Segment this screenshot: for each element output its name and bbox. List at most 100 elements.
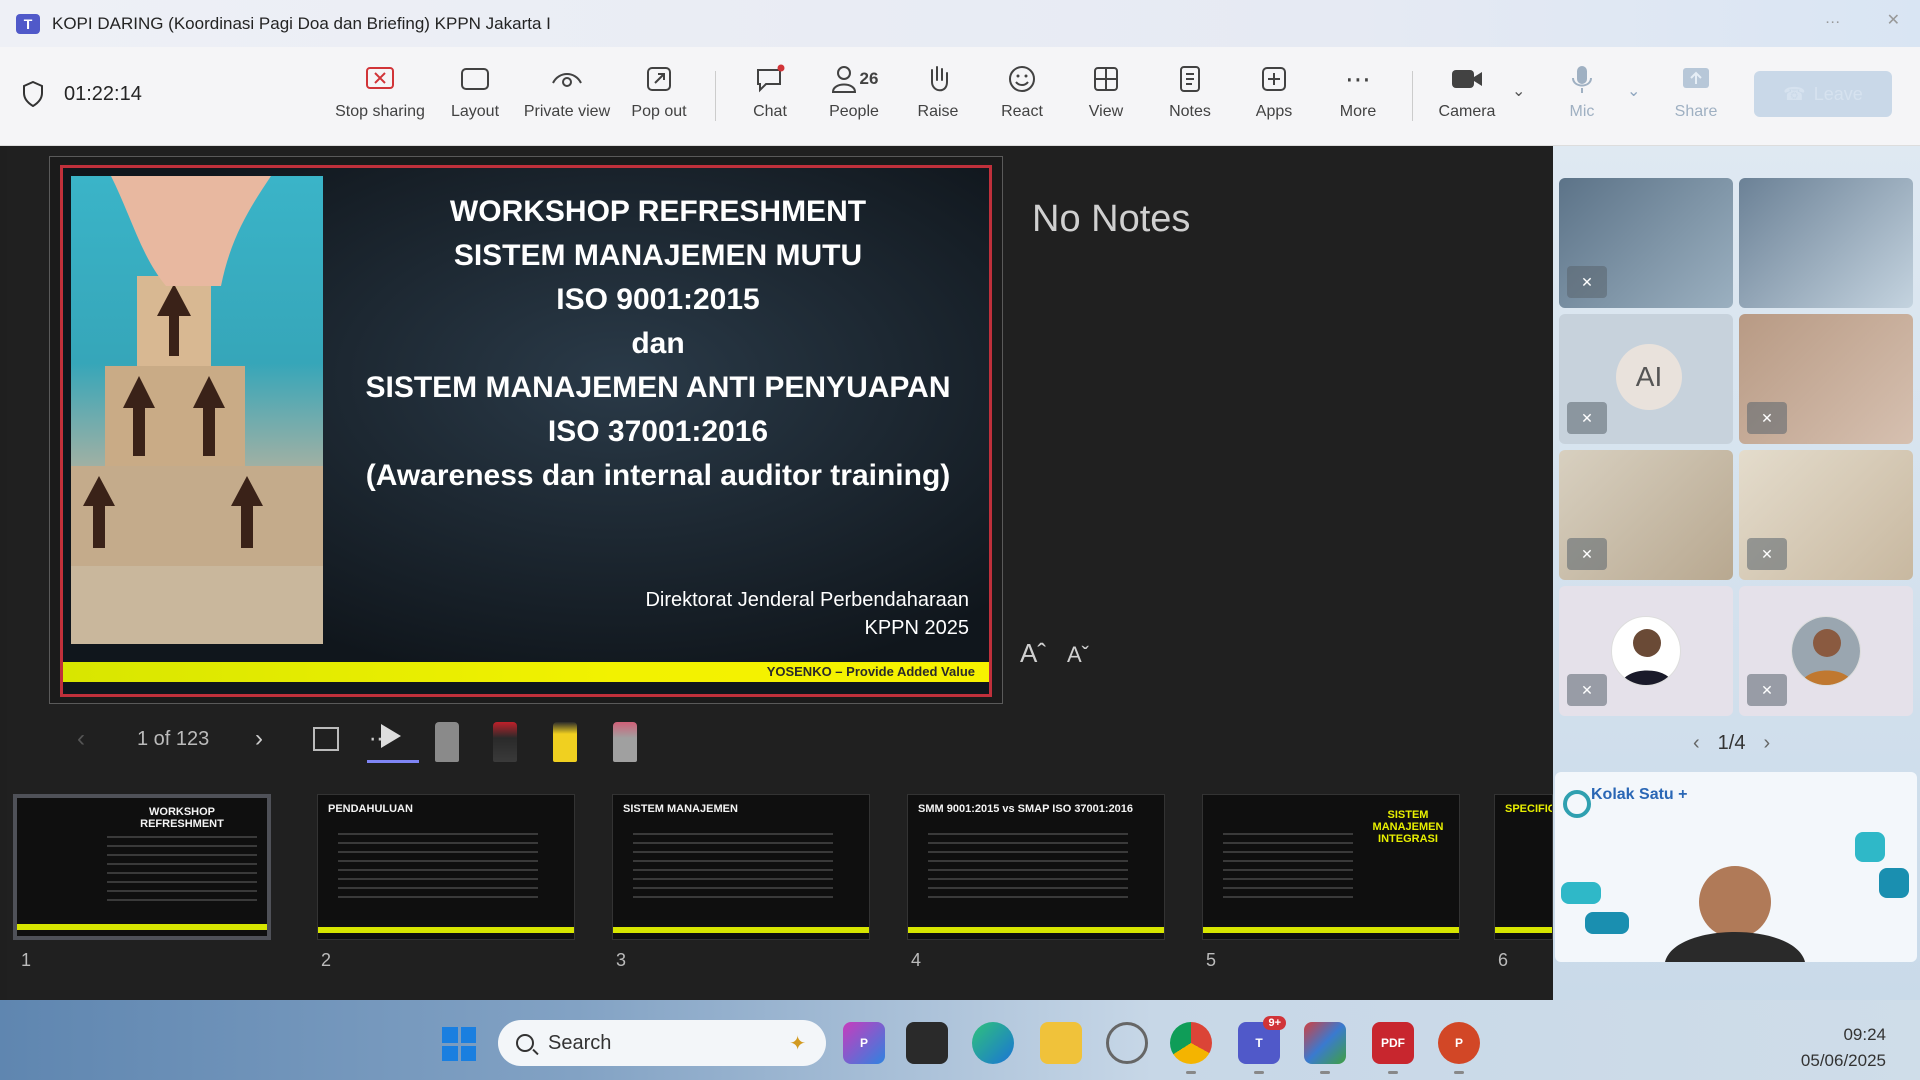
mic-options-chevron-icon[interactable]: ⌄ [1627,81,1640,101]
notes-icon [1172,61,1208,97]
teams-logo-icon: T [16,13,40,34]
active-speaker-video[interactable]: Kolak Satu + [1555,772,1917,962]
slide-thumbnail[interactable]: SMM 9001:2015 vs SMAP ISO 37001:2016 [907,794,1165,940]
react-button[interactable]: React [977,61,1067,121]
slide-footer: Direktorat Jenderal Perbendaharaan KPPN … [645,589,969,639]
red-pen-icon[interactable] [493,722,517,762]
participant-tile[interactable]: ✕ [1739,586,1913,716]
mic-off-icon: ✕ [1567,402,1607,434]
participant-tile[interactable]: ✕ [1559,586,1733,716]
mic-off-icon: ✕ [1747,402,1787,434]
mic-off-icon: ✕ [1567,266,1607,298]
pop-out-button[interactable]: Pop out [614,61,704,121]
camera-button[interactable]: Camera [1422,61,1512,121]
view-button[interactable]: View [1061,61,1151,121]
camera-icon [1449,61,1485,97]
mic-off-icon: ✕ [1567,674,1607,706]
thumbnail-number: 2 [321,950,332,970]
participants-panel: ✕ AI ✕ ✕ ✕ ✕ ✕ ✕ ‹ 1/4 › Kolak Satu + [1553,146,1920,1000]
mic-button[interactable]: Mic [1537,61,1627,121]
thumbnail-number: 6 [1498,950,1509,970]
participant-tile[interactable]: ✕ [1559,450,1733,580]
task-view-icon[interactable] [906,1022,948,1064]
share-button[interactable]: Share [1651,61,1741,121]
increase-font-button[interactable]: Aˆ [1020,638,1046,669]
current-slide[interactable]: WORKSHOP REFRESHMENT SISTEM MANAJEMEN MU… [60,165,992,697]
next-page-icon[interactable]: › [1763,732,1770,755]
highlighter-icon[interactable] [553,722,577,762]
hand-icon [920,61,956,97]
meeting-timer: 01:22:14 [64,83,142,105]
stop-sharing-button[interactable]: Stop sharing [335,61,425,121]
slide-thumbnail[interactable]: SPECIFIC [1494,794,1553,940]
chrome-browser-icon[interactable] [1170,1022,1212,1074]
slide-thumbnail[interactable]: SISTEM MANAJEMEN INTEGRASI [1202,794,1460,940]
people-count: 26 [859,69,879,88]
people-button[interactable]: 26 People [809,61,899,121]
copilot-app-icon[interactable]: P [843,1022,885,1064]
apps-button[interactable]: Apps [1229,61,1319,121]
thumbnail-number: 3 [616,950,627,970]
previous-slide-icon[interactable]: ‹ [77,725,85,753]
thumbnail-number: 4 [911,950,922,970]
raise-hand-button[interactable]: Raise [893,61,983,121]
see-all-slides-icon[interactable] [313,727,339,751]
start-button[interactable] [442,1027,476,1061]
notes-button[interactable]: Notes [1145,61,1235,121]
layout-button[interactable]: Layout [430,61,520,121]
stop-share-icon [362,61,398,97]
presenter-view: WORKSHOP REFRESHMENT SISTEM MANAJEMEN MU… [7,146,1553,1000]
pdf-editor-icon[interactable]: PDF [1372,1022,1414,1074]
participant-tile[interactable]: AI ✕ [1559,314,1733,444]
participant-tile[interactable]: ✕ [1559,178,1733,308]
weather-widget-icon[interactable] [30,1026,110,1056]
window-controls: … ✕ [1825,10,1900,30]
slide-thumbnail[interactable]: WORKSHOP REFRESHMENT [13,794,271,940]
next-slide-icon[interactable]: › [255,725,263,753]
camera-options-chevron-icon[interactable]: ⌄ [1512,81,1525,101]
chat-button[interactable]: Chat [725,61,815,121]
app-ring-icon[interactable] [1106,1022,1148,1064]
phone-hangup-icon: ☎ [1783,83,1806,104]
participant-tile[interactable]: ✕ [1739,314,1913,444]
more-button[interactable]: ⋯ More [1313,61,1403,121]
laser-pointer-icon[interactable] [435,722,459,762]
participant-tile[interactable] [1739,178,1913,308]
chat-icon [752,61,788,97]
system-clock[interactable]: 09:24 05/06/2025 [1801,1022,1886,1074]
taskbar-search[interactable]: Search ✦ [498,1020,826,1066]
add-apps-icon [1256,61,1292,97]
copilot-sparkle-icon: ✦ [789,1032,806,1055]
private-view-button[interactable]: Private view [522,61,612,121]
participant-tile[interactable]: ✕ [1739,450,1913,580]
grid-view-icon [1088,61,1124,97]
slide-tagline-bar: YOSENKO – Provide Added Value [63,662,989,682]
slide-thumbnail[interactable]: SISTEM MANAJEMEN [612,794,870,940]
previous-page-icon[interactable]: ‹ [1693,732,1700,755]
avatar: AI [1616,344,1682,410]
slide-title: WORKSHOP REFRESHMENT SISTEM MANAJEMEN MU… [365,195,951,492]
pop-out-icon [641,61,677,97]
winrar-app-icon[interactable] [1304,1022,1346,1074]
title-bar: T KOPI DARING (Koordinasi Pagi Doa dan B… [0,0,1920,47]
notification-badge: 9+ [1263,1016,1286,1030]
close-icon[interactable]: ✕ [1887,10,1900,30]
more-dots-icon: ⋯ [1345,63,1371,94]
leave-button[interactable]: ☎ Leave [1754,71,1892,117]
decrease-font-button[interactable]: Aˇ [1067,642,1089,668]
minimize-icon[interactable]: … [1825,10,1841,30]
speaker-background [1561,790,1909,962]
eraser-icon[interactable] [613,722,637,762]
avatar [1791,616,1861,686]
slide-thumbnail[interactable]: PENDAHULUAN [317,794,575,940]
mic-off-icon: ✕ [1747,538,1787,570]
pointer-tool-icon[interactable] [381,724,401,748]
edge-browser-icon[interactable] [972,1022,1014,1064]
thumbnail-number: 1 [21,950,32,970]
search-icon [516,1034,534,1052]
file-explorer-icon[interactable] [1040,1022,1082,1064]
powerpoint-app-icon[interactable]: P [1438,1022,1480,1074]
teams-app-icon[interactable]: T 9+ [1238,1016,1286,1074]
avatar [1611,616,1681,686]
windows-taskbar: Search ✦ P T 9+ PDF P 09:24 05/06/2025 [0,1000,1920,1080]
